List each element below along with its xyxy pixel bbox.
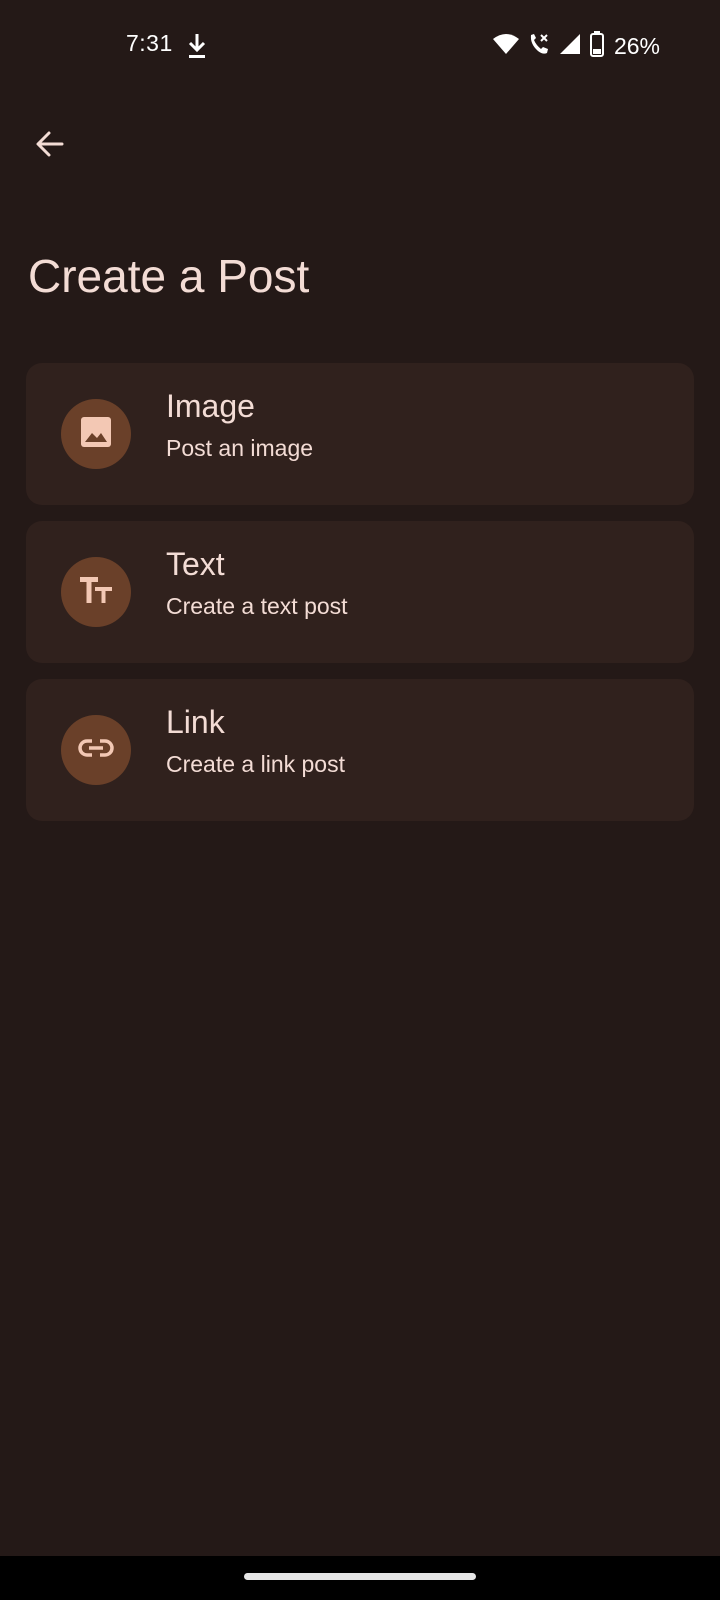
status-time: 7:31: [126, 30, 173, 56]
option-title: Image: [166, 388, 255, 424]
battery-icon: [589, 30, 604, 62]
post-type-list: Image Post an image Text Create a text p…: [26, 363, 694, 837]
status-icons: 26%: [492, 30, 660, 62]
page-title: Create a Post: [28, 250, 310, 302]
wifi-icon: [492, 32, 520, 61]
option-text[interactable]: Text Create a text post: [26, 521, 694, 663]
back-button[interactable]: [26, 122, 74, 170]
option-image[interactable]: Image Post an image: [26, 363, 694, 505]
arrow-left-icon: [34, 128, 66, 165]
option-subtitle: Post an image: [166, 435, 314, 461]
option-subtitle: Create a text post: [166, 593, 348, 619]
battery-percent: 26%: [613, 32, 660, 59]
cell-signal-icon: [558, 32, 582, 61]
link-icon-badge: [61, 715, 131, 785]
option-subtitle: Create a link post: [166, 751, 345, 777]
image-icon: [80, 416, 112, 453]
link-icon: [78, 737, 114, 764]
option-title: Text: [166, 546, 225, 582]
navigation-bar: [0, 1556, 720, 1600]
option-link[interactable]: Link Create a link post: [26, 679, 694, 821]
text-icon-badge: [61, 557, 131, 627]
status-bar: 7:31 26%: [0, 0, 720, 92]
image-icon-badge: [61, 399, 131, 469]
home-indicator[interactable]: [244, 1573, 476, 1580]
option-title: Link: [166, 704, 225, 740]
text-fields-icon: [79, 575, 113, 610]
wifi-call-icon: [528, 32, 550, 61]
download-icon: [186, 32, 208, 60]
